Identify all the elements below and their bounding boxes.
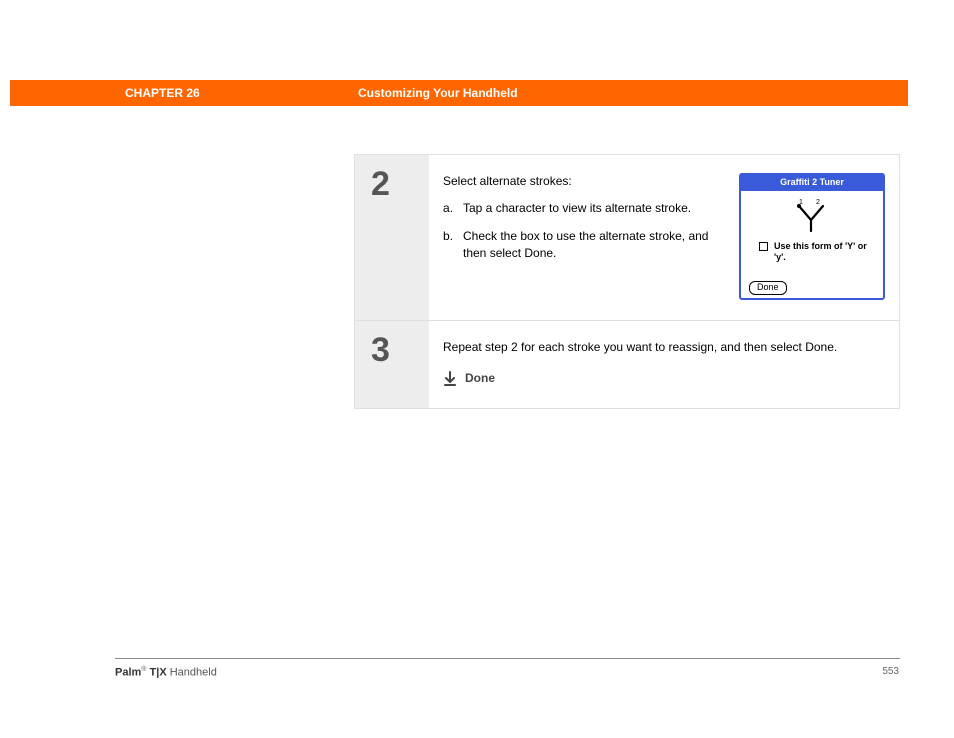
step-number: 3: [371, 331, 429, 370]
tuner-title: Graffiti 2 Tuner: [741, 175, 883, 191]
footer-suffix: Handheld: [167, 667, 217, 679]
y-glyph-icon: 1 2: [791, 195, 831, 233]
step-content: Repeat step 2 for each stroke you want t…: [429, 321, 899, 408]
tuner-checkbox-row: Use this form of 'Y' or 'y'.: [759, 241, 873, 264]
checkbox-icon: [759, 242, 768, 251]
sub-step: b. Check the box to use the alternate st…: [443, 228, 727, 263]
footer-product: Palm® T|X Handheld: [115, 666, 217, 679]
step-intro: Select alternate strokes:: [443, 173, 727, 190]
step-row: 3 Repeat step 2 for each stroke you want…: [355, 321, 899, 408]
done-marker: Done: [443, 370, 873, 387]
sub-step-letter: b.: [443, 228, 463, 263]
step-number-cell: 2: [355, 155, 429, 320]
chapter-title: Customizing Your Handheld: [358, 86, 518, 100]
graffiti-tuner-screenshot: Graffiti 2 Tuner 1 2 Use this form of 'Y…: [739, 173, 885, 300]
page-number: 553: [882, 666, 899, 677]
sub-step: a. Tap a character to view its alternate…: [443, 200, 727, 217]
svg-text:2: 2: [816, 199, 820, 206]
footer-rule: [115, 658, 900, 659]
sub-step-list: a. Tap a character to view its alternate…: [443, 200, 727, 262]
step-text: Repeat step 2 for each stroke you want t…: [443, 339, 885, 388]
step-number: 2: [371, 165, 429, 204]
sub-step-text: Check the box to use the alternate strok…: [463, 228, 727, 263]
tuner-body: 1 2 Use this form of 'Y' or 'y'. Done: [741, 191, 883, 301]
chapter-label: CHAPTER 26: [125, 86, 200, 100]
tuner-done-button: Done: [749, 281, 787, 295]
steps-table: 2 Select alternate strokes: a. Tap a cha…: [354, 154, 900, 409]
sub-step-text: Tap a character to view its alternate st…: [463, 200, 727, 217]
step-text: Select alternate strokes: a. Tap a chara…: [443, 173, 739, 273]
sub-step-letter: a.: [443, 200, 463, 217]
step-content: Select alternate strokes: a. Tap a chara…: [429, 155, 899, 320]
done-label: Done: [465, 370, 495, 387]
footer-brand: Palm: [115, 667, 141, 679]
done-arrow-icon: [443, 371, 457, 387]
tuner-checkbox-label: Use this form of 'Y' or 'y'.: [774, 241, 873, 264]
chapter-header-bar: CHAPTER 26 Customizing Your Handheld: [10, 80, 908, 106]
step-number-cell: 3: [355, 321, 429, 408]
step-body-text: Repeat step 2 for each stroke you want t…: [443, 339, 873, 356]
step-row: 2 Select alternate strokes: a. Tap a cha…: [355, 155, 899, 321]
footer-model: T|X: [146, 667, 166, 679]
